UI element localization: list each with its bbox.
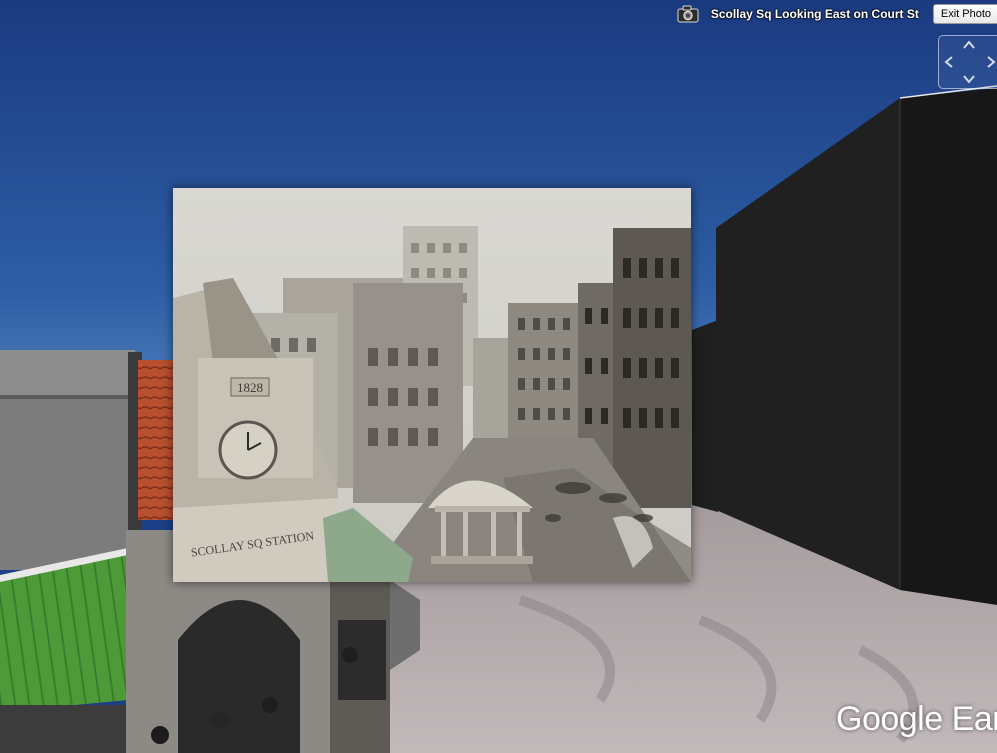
exit-photo-button[interactable]: Exit Photo [932, 4, 997, 24]
dark-building-front [900, 88, 997, 605]
dark-building-small [692, 320, 718, 512]
photo-toolbar: Scollay Sq Looking East on Court St Exit… [677, 3, 997, 25]
chevron-up-icon[interactable] [962, 38, 976, 52]
navigation-control[interactable] [938, 35, 997, 89]
clock-year: 1828 [237, 380, 263, 395]
camera-icon [677, 5, 699, 23]
chevron-down-icon[interactable] [962, 72, 976, 86]
chevron-left-icon[interactable] [942, 55, 956, 69]
photo-title: Scollay Sq Looking East on Court St [710, 7, 919, 21]
google-earth-logo: Google Ear [836, 700, 997, 738]
historic-photo-overlay: 1828 SCOLLAY SQ STATION [173, 188, 691, 582]
tiled-roof [138, 360, 176, 520]
historic-photo: 1828 SCOLLAY SQ STATION [173, 188, 691, 582]
chevron-right-icon[interactable] [984, 55, 997, 69]
